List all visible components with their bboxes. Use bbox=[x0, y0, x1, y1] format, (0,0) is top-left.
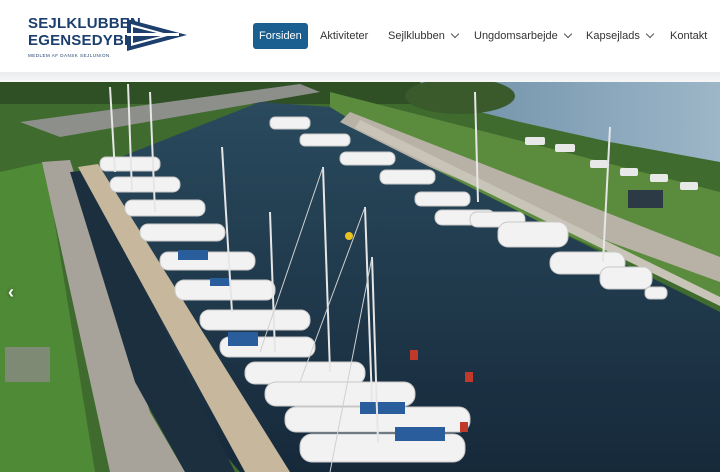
nav-ungdomsarbejde[interactable]: Ungdomsarbejde bbox=[474, 23, 573, 49]
nav-sejlklubben[interactable]: Sejlklubben bbox=[388, 23, 460, 49]
logo-line-1: SEJLKLUBBEN bbox=[28, 15, 142, 32]
site-header: SEJLKLUBBEN EGENSEDYBET MEDLEM AF DANSK … bbox=[0, 0, 720, 72]
logo-tagline: MEDLEM AF DANSK SEJLUNION bbox=[28, 53, 110, 58]
nav-sejlklubben-label: Sejlklubben bbox=[388, 30, 445, 42]
nav-kontakt[interactable]: Kontakt bbox=[670, 23, 707, 49]
chevron-left-icon[interactable]: ‹ bbox=[8, 282, 14, 303]
nav-forsiden[interactable]: Forsiden bbox=[253, 23, 308, 49]
nav-ungdomsarbejde-label: Ungdomsarbejde bbox=[474, 30, 558, 42]
chevron-down-icon bbox=[563, 29, 573, 39]
nav-kontakt-label: Kontakt bbox=[670, 30, 708, 42]
site-logo[interactable]: SEJLKLUBBEN EGENSEDYBET MEDLEM AF DANSK … bbox=[26, 16, 188, 62]
nav-kapsejlads[interactable]: Kapsejlads bbox=[586, 23, 655, 49]
nav-aktiviteter[interactable]: Aktiviteter bbox=[320, 23, 368, 49]
nav-aktiviteter-label: Aktiviteter bbox=[320, 30, 369, 42]
chevron-down-icon bbox=[645, 29, 655, 39]
hero-slider[interactable]: ‹ bbox=[0, 82, 720, 472]
header-divider bbox=[0, 72, 720, 82]
pennant-flag-icon bbox=[127, 19, 187, 51]
chevron-down-icon bbox=[450, 29, 460, 39]
nav-forsiden-label: Forsiden bbox=[259, 30, 302, 42]
marina-aerial-photo bbox=[0, 82, 720, 472]
nav-kapsejlads-label: Kapsejlads bbox=[586, 30, 640, 42]
